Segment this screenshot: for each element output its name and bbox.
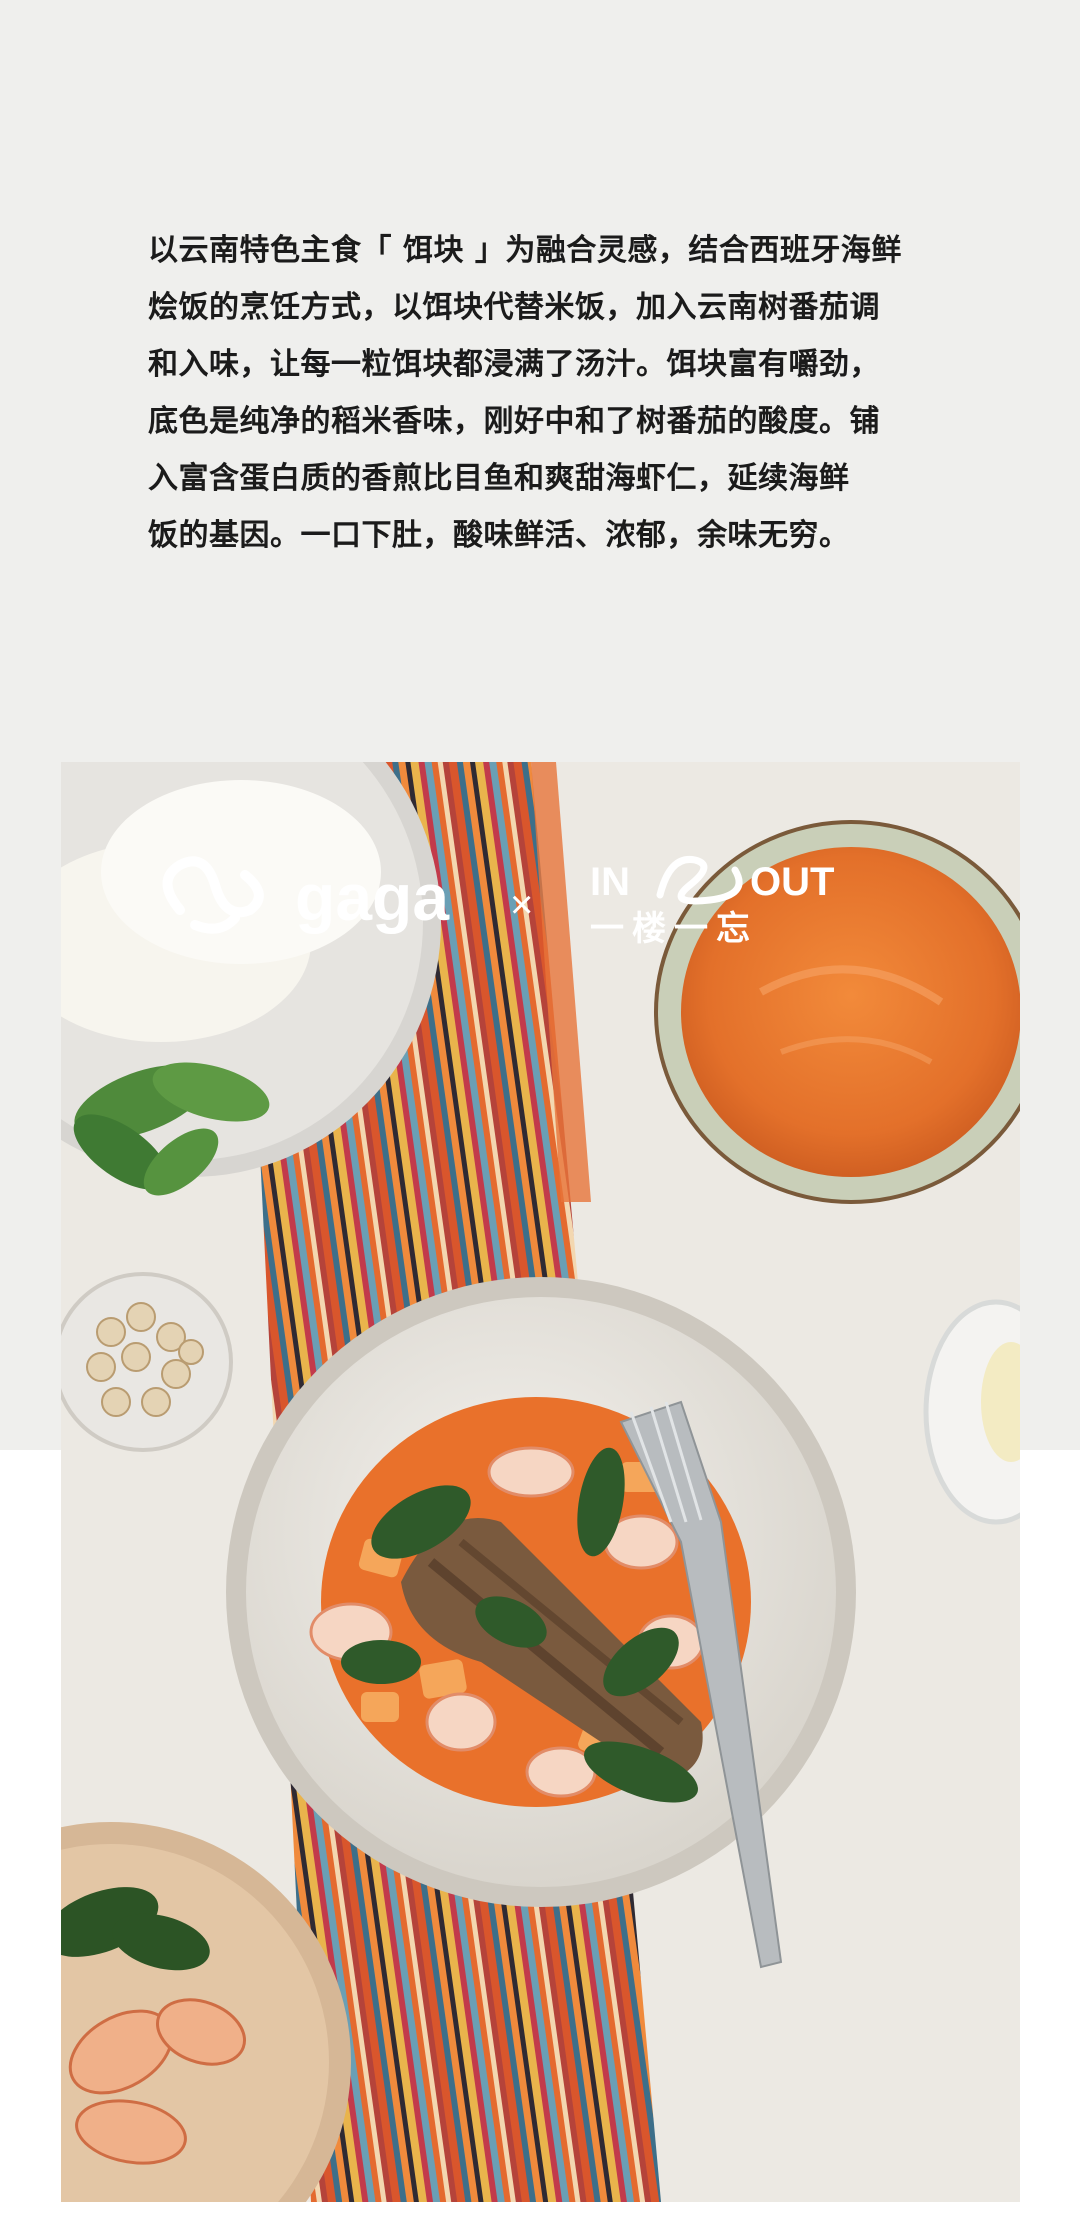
food-photo <box>61 762 1020 2202</box>
food-photo-illustration <box>61 762 1020 2202</box>
inout-wordmark-out: OUT <box>750 860 834 904</box>
description-line: 饭的基因。一口下肚，酸味鲜活、浓郁，余味无穷。 <box>148 518 850 553</box>
description-line: 底色是纯净的稻米香味，刚好中和了树番茄的酸度。铺 <box>148 404 880 439</box>
inout-knot-icon <box>656 855 743 905</box>
brand-separator: × <box>510 883 533 927</box>
inout-wordmark-in: IN <box>590 860 630 904</box>
gaga-logo-icon <box>162 856 264 934</box>
description-line: 和入味，让每一粒饵块都浸满了汤汁。饵块富有嚼劲， <box>148 347 880 382</box>
description-line: 入富含蛋白质的香煎比目鱼和爽甜海虾仁，延续海鲜 <box>148 461 850 496</box>
dish-description: 以云南特色主食「 饵块 」为融合灵感，结合西班牙海鲜 烩饭的烹饪方式，以饵块代替… <box>148 222 948 564</box>
description-line: 以云南特色主食「 饵块 」为融合灵感，结合西班牙海鲜 <box>148 233 902 268</box>
description-line: 烩饭的烹饪方式，以饵块代替米饭，加入云南树番茄调 <box>148 290 880 325</box>
inout-chinese-wordmark: 一楼一忘 <box>590 910 758 948</box>
gaga-wordmark: gaga <box>295 860 450 934</box>
brand-logo-bar: gaga × IN OUT 一楼一忘 <box>150 840 880 950</box>
